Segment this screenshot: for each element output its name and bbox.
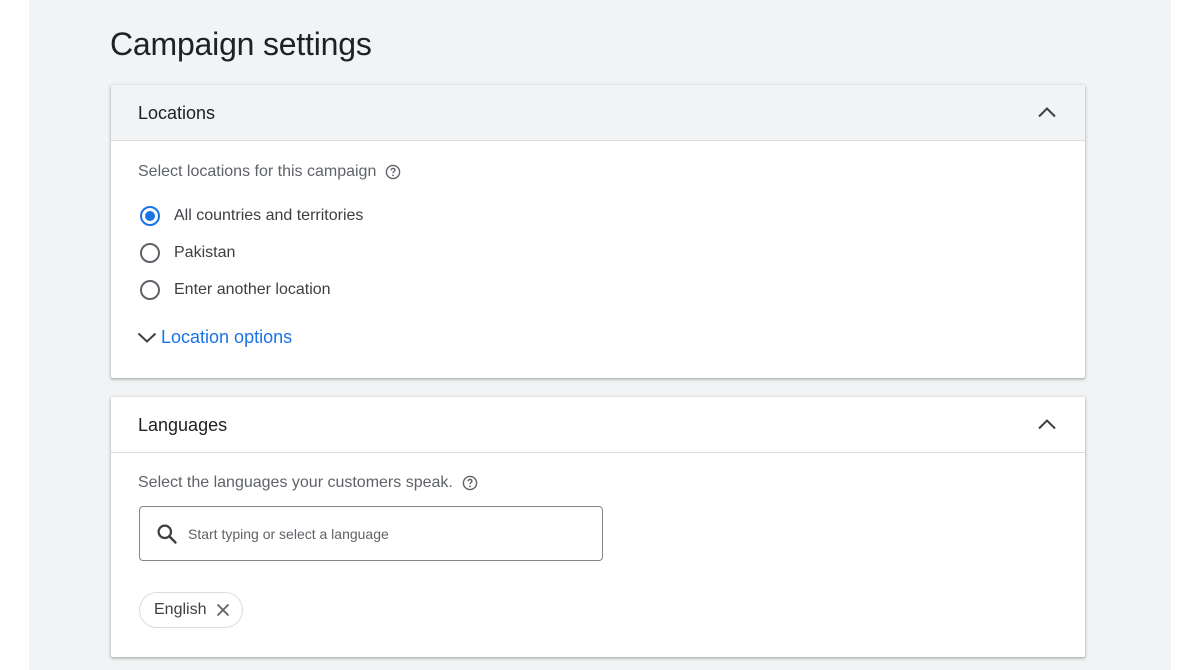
language-search-box[interactable] [139,506,603,561]
locations-section-label: Select locations for this campaign [138,163,401,181]
locations-help-icon[interactable] [385,164,401,180]
languages-card-header[interactable]: Languages [111,397,1085,453]
locations-card: Locations Select locations for this camp… [111,85,1085,378]
radio-enter-another-location[interactable]: Enter another location [140,280,331,300]
radio-label: Enter another location [174,281,331,298]
help-circle-icon [462,475,478,491]
location-options-link[interactable]: Location options [161,327,292,348]
locations-collapse-button[interactable] [1035,101,1059,125]
chevron-down-icon [137,332,157,343]
language-search-input[interactable] [188,521,588,547]
chevron-up-icon [1038,419,1056,430]
languages-card-title: Languages [138,415,228,435]
radio-button-checked[interactable] [140,206,160,226]
languages-section-label: Select the languages your customers spea… [138,474,478,492]
locations-label-text: Select locations for this campaign [138,163,377,180]
language-chip-english[interactable]: English [139,592,244,628]
search-icon [157,524,177,544]
radio-button[interactable] [140,280,160,300]
page-title: Campaign settings [110,26,372,62]
languages-help-icon[interactable] [462,475,478,491]
languages-label-text: Select the languages your customers spea… [138,474,453,491]
language-chip-remove-button[interactable] [214,601,232,619]
languages-collapse-button[interactable] [1035,413,1059,437]
language-chip-label: English [154,601,207,618]
radio-label: All countries and territories [174,207,364,224]
locations-card-header[interactable]: Locations [111,85,1085,141]
close-icon [217,603,230,617]
help-circle-icon [386,164,401,180]
radio-pakistan[interactable]: Pakistan [140,243,235,263]
radio-button[interactable] [140,243,160,263]
radio-label: Pakistan [174,244,236,261]
chevron-up-icon [1038,107,1056,118]
location-options-toggle[interactable]: Location options [135,325,292,349]
locations-card-title: Locations [138,103,216,123]
radio-all-countries[interactable]: All countries and territories [140,206,363,226]
languages-card: Languages Select the languages your cust… [111,397,1085,657]
